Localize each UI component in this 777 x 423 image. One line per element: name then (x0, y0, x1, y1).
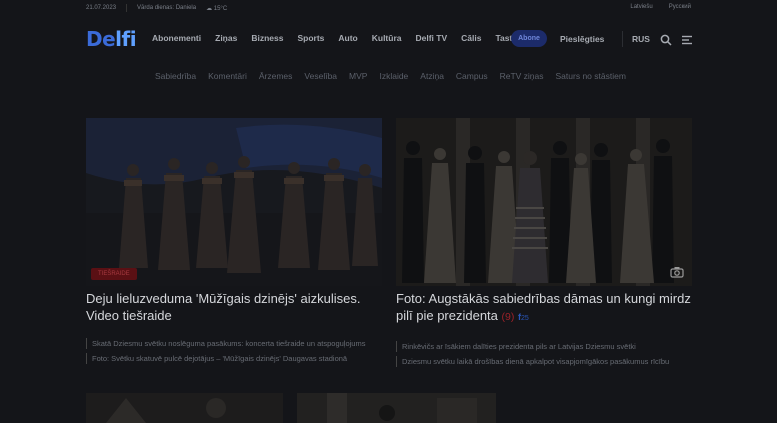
divider (622, 31, 623, 47)
date-text: 21.07.2023 (86, 5, 117, 11)
language-switch[interactable]: RUS (632, 34, 650, 44)
subnav-item[interactable]: Saturs no stāstiem (556, 71, 626, 81)
menu-icon[interactable] (681, 33, 693, 45)
lang-link-lv[interactable]: Latviešu (630, 4, 652, 10)
nav-item-zinas[interactable]: Ziņas (215, 33, 237, 43)
live-badge: TIEŠRAIDE (91, 268, 137, 280)
subnav-item[interactable]: ReTV ziņas (500, 71, 544, 81)
related-link[interactable]: Dziesmu svētku laikā drošības dienā apka… (396, 356, 692, 367)
subnav-item[interactable]: Ārzemes (259, 71, 293, 81)
article-card: Foto: Augstākās sabiedrības dāmas un kun… (396, 118, 692, 371)
login-link[interactable]: Pieslēgties (560, 34, 604, 44)
nav-item-calis[interactable]: Cālis (461, 33, 481, 43)
top-utility-bar: 21.07.2023 Vārda dienas: Daniela ☁ 15°C … (86, 4, 691, 16)
article-image[interactable] (297, 393, 496, 423)
nav-links: Abonementi Ziņas Bizness Sports Auto Kul… (152, 33, 531, 43)
subnav-item[interactable]: Atziņa (420, 71, 444, 81)
article-card: TIEŠRAIDE Deju lieluzveduma 'Mūžīgais dz… (86, 118, 382, 368)
related-link[interactable]: Rinkēvičs ar īsākiem dalīties prezidenta… (396, 341, 692, 352)
share-count: 25 (521, 315, 529, 322)
subnav-item[interactable]: Komentāri (208, 71, 247, 81)
article-headline[interactable]: Foto: Augstākās sabiedrības dāmas un kun… (396, 290, 692, 327)
subnav-item[interactable]: Izklaide (379, 71, 408, 81)
sub-navigation: Sabiedrība Komentāri Ārzemes Veselība MV… (155, 71, 638, 81)
nav-item-sports[interactable]: Sports (297, 33, 324, 43)
camera-icon (670, 266, 684, 278)
related-link[interactable]: Foto: Svētku skatuvē pulcē dejotājus – '… (86, 353, 382, 364)
weather-text: ☁ 15°C (206, 5, 228, 12)
nav-item-bizness[interactable]: Bizness (251, 33, 283, 43)
delfi-logo[interactable]: De lfi (86, 27, 137, 51)
search-icon[interactable] (660, 33, 672, 46)
subnav-item[interactable]: Campus (456, 71, 488, 81)
article-image[interactable] (86, 393, 283, 423)
divider (126, 4, 128, 12)
nav-item-delfi-tv[interactable]: Delfi TV (415, 33, 447, 43)
name-days-text: Vārda dienas: Daniela (137, 5, 197, 11)
nav-item-auto[interactable]: Auto (338, 33, 357, 43)
nav-item-abonementi[interactable]: Abonementi (152, 33, 201, 43)
article-image-dancers[interactable]: TIEŠRAIDE (86, 118, 382, 286)
nav-item-kultura[interactable]: Kultūra (372, 33, 402, 43)
related-links: Rinkēvičs ar īsākiem dalīties prezidenta… (396, 341, 692, 367)
article-headline[interactable]: Deju lieluzveduma 'Mūžīgais dzinējs' aiz… (86, 290, 382, 324)
lang-link-ru[interactable]: Русский (669, 4, 691, 10)
comment-count: (9) (501, 311, 515, 323)
related-links: Skatā Dziesmu svētku noslēguma pasākums:… (86, 338, 382, 364)
subnav-item[interactable]: Veselība (304, 71, 337, 81)
subscribe-button[interactable]: Abone (511, 30, 547, 47)
subnav-item[interactable]: Sabiedrība (155, 71, 196, 81)
article-image-reception[interactable] (396, 118, 692, 286)
main-navigation: De lfi Abonementi Ziņas Bizness Sports Au… (86, 27, 693, 51)
subnav-item[interactable]: MVP (349, 71, 367, 81)
related-link[interactable]: Skatā Dziesmu svētku noslēguma pasākums:… (86, 338, 382, 349)
